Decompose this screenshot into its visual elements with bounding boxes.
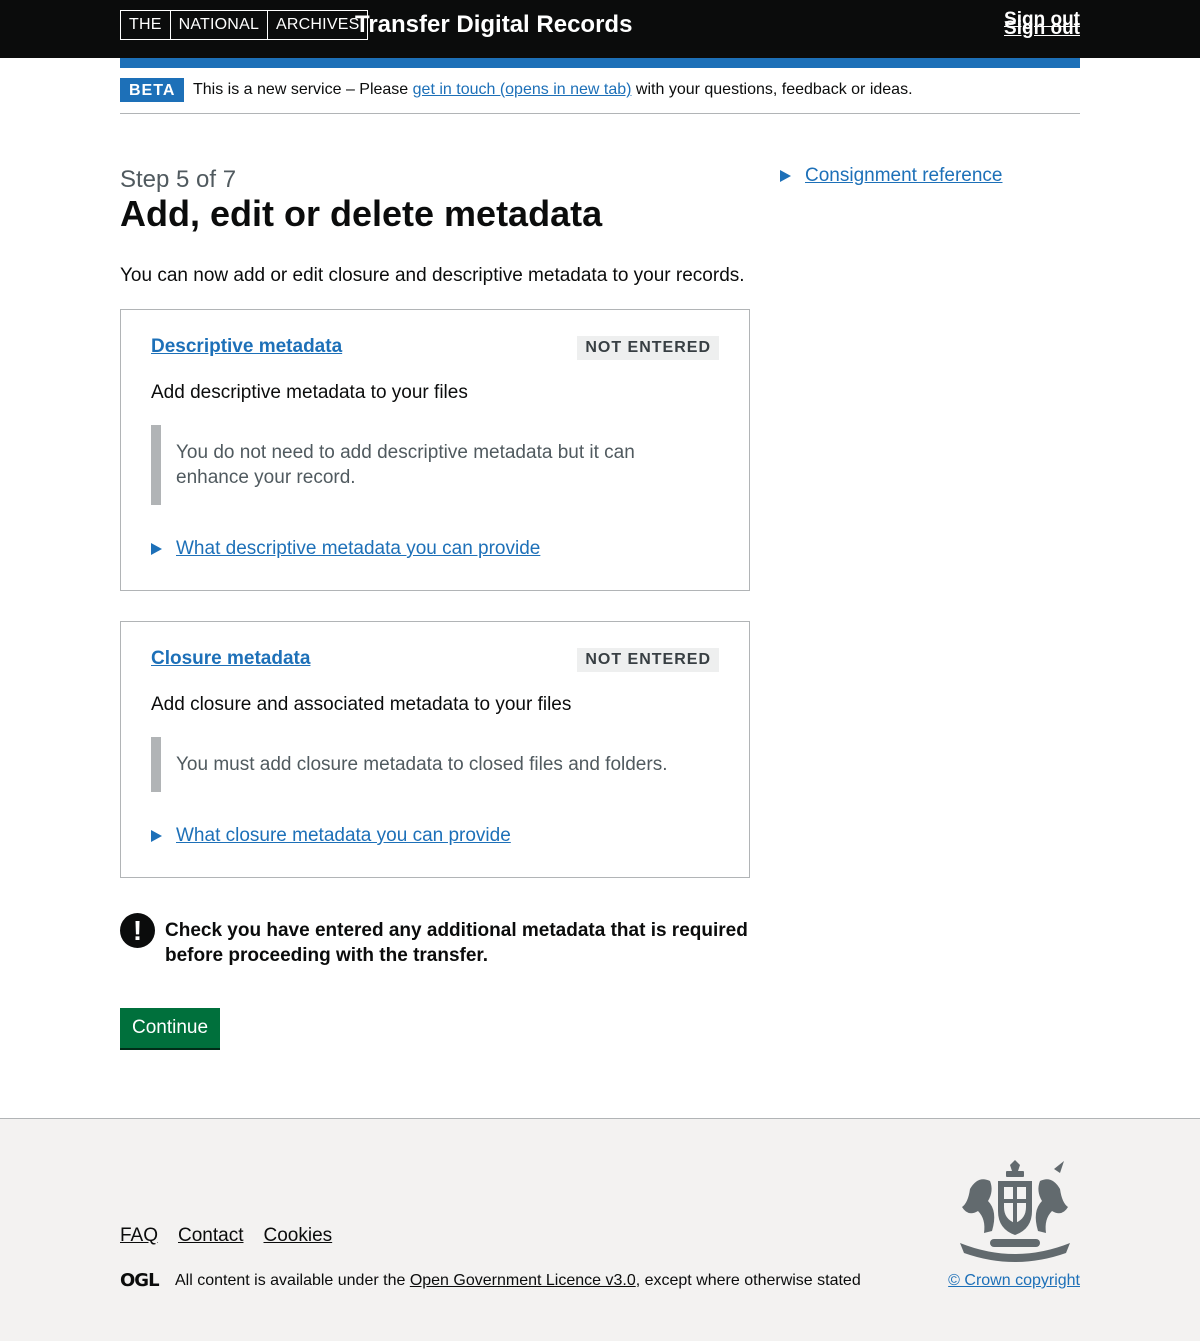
national-archives-logo[interactable]: THE NATIONAL ARCHIVES [120,10,369,40]
logo-part-national: NATIONAL [169,11,267,39]
footer-link-cookies[interactable]: Cookies [264,1225,333,1247]
expand-triangle-icon [151,830,162,842]
intro-text: You can now add or edit closure and desc… [120,265,745,286]
closure-metadata-link[interactable]: Closure metadata [151,648,310,670]
expand-triangle-icon [151,543,162,555]
closure-details[interactable]: What closure metadata you can provide [151,825,511,847]
consignment-reference-summary[interactable]: Consignment reference [805,165,1003,187]
continue-button[interactable]: Continue [120,1008,220,1048]
closure-status-badge: NOT ENTERED [577,648,719,672]
service-name-link[interactable]: Transfer Digital Records [355,11,632,39]
site-footer: FAQ Contact Cookies OGL All content is a… [0,1118,1200,1341]
sign-out-link[interactable]: Sign out Sign out [1004,10,1080,39]
warning-icon: ! [120,913,155,948]
phase-text-after: with your questions, feedback or ideas. [631,81,913,98]
header-accent-bar [120,58,1080,68]
crown-copyright-link[interactable]: © Crown copyright [948,1272,1080,1290]
descriptive-status-badge: NOT ENTERED [577,336,719,360]
licence-text: All content is available under the Open … [175,1272,861,1290]
page-title: Add, edit or delete metadata [120,193,603,234]
descriptive-metadata-card: Descriptive metadata NOT ENTERED Add des… [120,309,750,591]
logo-part-archives: ARCHIVES [267,11,367,39]
sign-out-label-duplicate: Sign out [1004,18,1080,39]
licence-text-after: , except where otherwise stated [635,1272,861,1289]
logo-part-the: THE [129,16,162,33]
closure-metadata-card: Closure metadata NOT ENTERED Add closure… [120,621,750,878]
descriptive-metadata-link[interactable]: Descriptive metadata [151,336,342,358]
descriptive-inset-text: You do not need to add descriptive metad… [151,425,691,505]
licence-link[interactable]: Open Government Licence v3.0 [410,1272,636,1289]
footer-link-faq[interactable]: FAQ [120,1225,158,1247]
descriptive-details-summary[interactable]: What descriptive metadata you can provid… [176,538,540,560]
closure-description: Add closure and associated metadata to y… [151,694,572,715]
phase-banner: BETA This is a new service – Please get … [120,78,1080,114]
ogl-logo-icon: OGL [120,1270,160,1291]
feedback-link[interactable]: get in touch (opens in new tab) [413,81,632,98]
step-caption: Step 5 of 7 [120,166,237,193]
beta-tag: BETA [120,78,185,102]
phase-banner-text: This is a new service – Please get in to… [193,81,913,99]
closure-details-summary[interactable]: What closure metadata you can provide [176,825,511,847]
site-header: THE NATIONAL ARCHIVES Transfer Digital R… [0,0,1200,58]
footer-links: FAQ Contact Cookies [120,1225,332,1247]
footer-link-contact[interactable]: Contact [178,1225,243,1247]
royal-coat-of-arms-icon [960,1160,1070,1262]
closure-inset-text: You must add closure metadata to closed … [151,737,691,792]
descriptive-details[interactable]: What descriptive metadata you can provid… [151,538,540,560]
phase-text-before: This is a new service – Please [193,81,413,98]
licence-text-before: All content is available under the [175,1272,410,1289]
warning-message: Check you have entered any additional me… [165,920,748,966]
consignment-reference-details[interactable]: Consignment reference [780,165,1003,187]
descriptive-description: Add descriptive metadata to your files [151,382,468,403]
expand-triangle-icon [780,170,791,182]
